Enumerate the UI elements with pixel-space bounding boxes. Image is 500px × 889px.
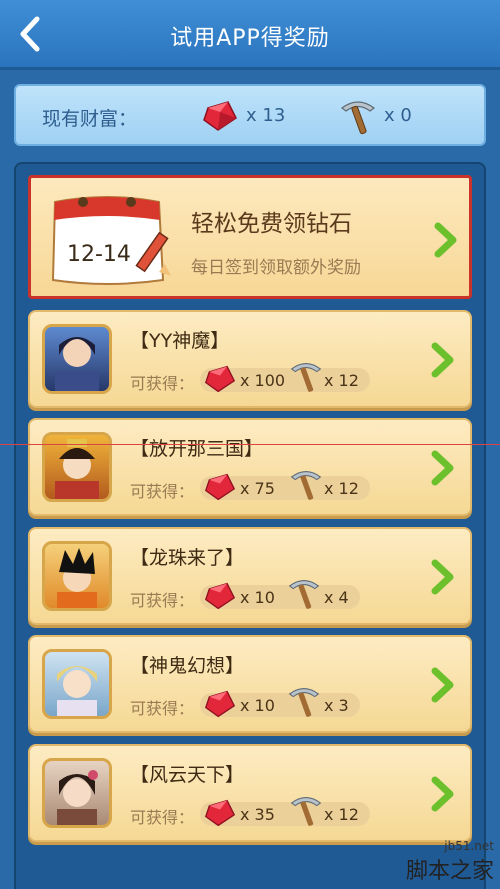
chevron-right-icon — [431, 559, 454, 595]
gem-reward: x 10 — [240, 588, 275, 607]
game-name: 【放开那三国】 — [130, 438, 264, 460]
chevron-right-icon — [431, 342, 454, 378]
pick-reward: x 4 — [324, 588, 349, 607]
wealth-label: 现有财富： — [42, 108, 138, 130]
ruby-icon — [204, 473, 236, 501]
signin-title: 轻松免费领钻石 — [191, 211, 352, 237]
pick-count: x 0 — [384, 105, 412, 126]
calendar-date: 12-14 — [67, 242, 131, 267]
ruby-icon — [203, 101, 237, 131]
chevron-right-icon — [431, 667, 454, 703]
wealth-bar: 现有财富： x 13 x 0 — [14, 84, 486, 146]
game-name: 【神鬼幻想】 — [130, 655, 245, 677]
daily-signin-card[interactable]: 12-14 轻松免费领钻石 每日签到领取额外奖励 — [28, 175, 472, 299]
header-bar: 试用APP得奖励 — [0, 0, 500, 70]
ruby-icon — [204, 799, 236, 827]
game-name: 【风云天下】 — [130, 764, 245, 786]
pickaxe-icon — [290, 363, 322, 392]
chevron-right-icon — [431, 450, 454, 486]
chevron-right-icon — [431, 776, 454, 812]
reward-label: 可获得： — [130, 591, 195, 610]
gem-reward: x 100 — [240, 371, 286, 390]
ruby-icon — [204, 690, 236, 718]
gem-reward: x 10 — [240, 696, 275, 715]
game-card-yy[interactable]: 【YY神魔】 可获得： x 100 x 12 — [28, 310, 472, 408]
game-avatar — [42, 324, 112, 394]
chevron-right-icon — [434, 222, 457, 258]
signin-subtitle: 每日签到领取额外奖励 — [191, 258, 361, 278]
divider-line — [0, 444, 500, 445]
page-title: 试用APP得奖励 — [170, 26, 330, 51]
ruby-icon — [204, 582, 236, 610]
pick-reward: x 12 — [324, 371, 359, 390]
game-name: 【YY神魔】 — [130, 330, 230, 352]
game-card-dragonball[interactable]: 【龙珠来了】 可获得： x 10 x 4 — [28, 527, 472, 625]
reward-label: 可获得： — [130, 699, 195, 718]
watermark: jb51.net 脚本之家 — [406, 839, 494, 885]
ruby-icon — [204, 365, 236, 393]
game-avatar — [42, 758, 112, 828]
reward-label: 可获得： — [130, 808, 195, 827]
pick-reward: x 12 — [324, 479, 359, 498]
pickaxe-icon — [290, 471, 322, 500]
pick-reward: x 12 — [324, 805, 359, 824]
game-avatar — [42, 649, 112, 719]
pickaxe-icon — [288, 580, 320, 609]
game-avatar — [42, 541, 112, 611]
pickaxe-icon — [288, 688, 320, 717]
watermark-url: jb51.net — [444, 839, 494, 853]
reward-label: 可获得： — [130, 482, 195, 501]
game-card-shengui[interactable]: 【神鬼幻想】 可获得： x 10 x 3 — [28, 635, 472, 733]
gem-count: x 13 — [246, 105, 286, 126]
game-card-sanguo[interactable]: 【放开那三国】 可获得： x 75 x 12 — [28, 418, 472, 516]
game-avatar — [42, 432, 112, 502]
pickaxe-icon — [340, 101, 376, 135]
pickaxe-icon — [290, 797, 322, 826]
watermark-text: 脚本之家 — [405, 859, 494, 884]
game-name: 【龙珠来了】 — [130, 547, 245, 569]
gem-reward: x 75 — [240, 479, 275, 498]
game-card-fengyun[interactable]: 【风云天下】 可获得： x 35 x 12 — [28, 744, 472, 842]
pick-reward: x 3 — [324, 696, 349, 715]
calendar-icon — [51, 196, 171, 285]
gem-reward: x 35 — [240, 805, 275, 824]
reward-label: 可获得： — [130, 374, 195, 393]
